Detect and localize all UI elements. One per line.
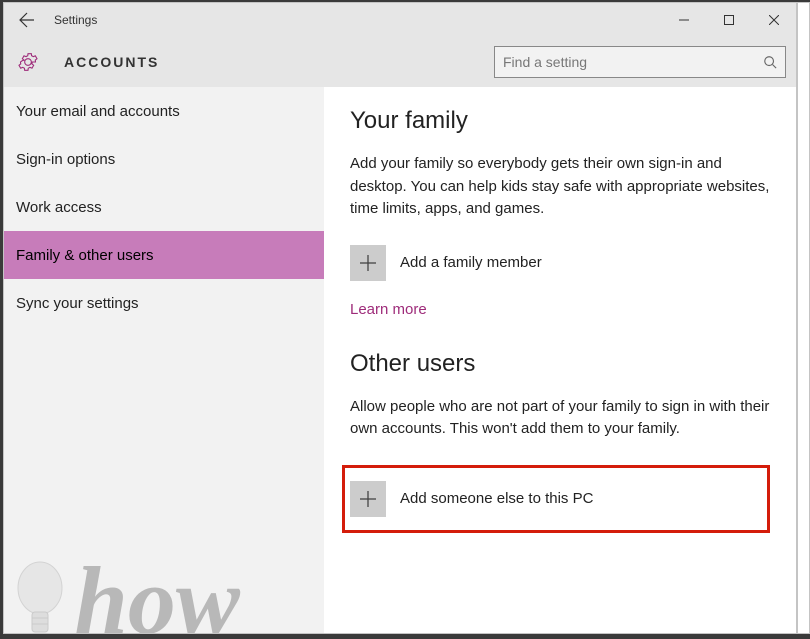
minimize-icon [679,15,689,25]
sidebar-item-signin-options[interactable]: Sign-in options [4,135,324,183]
background-window-edge [797,2,810,634]
content-pane: Your family Add your family so everybody… [324,87,796,633]
search-icon [763,55,777,69]
back-button[interactable] [4,3,50,37]
settings-window: Settings ACCOUNTS [3,2,797,634]
window-controls [661,5,796,35]
maximize-icon [724,15,734,25]
search-input[interactable] [503,54,763,70]
add-someone-else-button[interactable]: Add someone else to this PC [342,465,770,533]
gear-icon [16,50,40,74]
your-family-description: Add your family so everybody gets their … [350,153,770,221]
add-someone-label: Add someone else to this PC [400,490,593,507]
titlebar-top: Settings [4,3,796,37]
sidebar-item-work-access[interactable]: Work access [4,183,324,231]
learn-more-link[interactable]: Learn more [350,301,427,318]
sidebar: Your email and accounts Sign-in options … [4,87,324,633]
sidebar-item-label: Work access [16,199,102,216]
sidebar-item-label: Family & other users [16,247,154,264]
sidebar-item-sync-settings[interactable]: Sync your settings [4,279,324,327]
sidebar-item-family-other-users[interactable]: Family & other users [4,231,324,279]
other-users-description: Allow people who are not part of your fa… [350,396,770,441]
your-family-heading: Your family [350,107,770,135]
page-title: ACCOUNTS [64,54,494,70]
sidebar-item-label: Sign-in options [16,151,115,168]
plus-icon [359,254,377,272]
back-arrow-icon [19,12,35,28]
window-title: Settings [50,13,661,27]
plus-box [350,245,386,281]
add-family-label: Add a family member [400,254,542,271]
add-family-member-button[interactable]: Add a family member [350,245,770,281]
maximize-button[interactable] [706,5,751,35]
plus-box [350,481,386,517]
titlebar: Settings ACCOUNTS [4,3,796,87]
plus-icon [359,490,377,508]
sidebar-item-label: Sync your settings [16,295,139,312]
other-users-heading: Other users [350,350,770,378]
close-icon [769,15,779,25]
sidebar-item-email-accounts[interactable]: Your email and accounts [4,87,324,135]
minimize-button[interactable] [661,5,706,35]
close-button[interactable] [751,5,796,35]
body-area: Your email and accounts Sign-in options … [4,87,796,633]
sidebar-item-label: Your email and accounts [16,103,180,120]
search-box[interactable] [494,46,786,78]
header-row: ACCOUNTS [4,37,796,87]
